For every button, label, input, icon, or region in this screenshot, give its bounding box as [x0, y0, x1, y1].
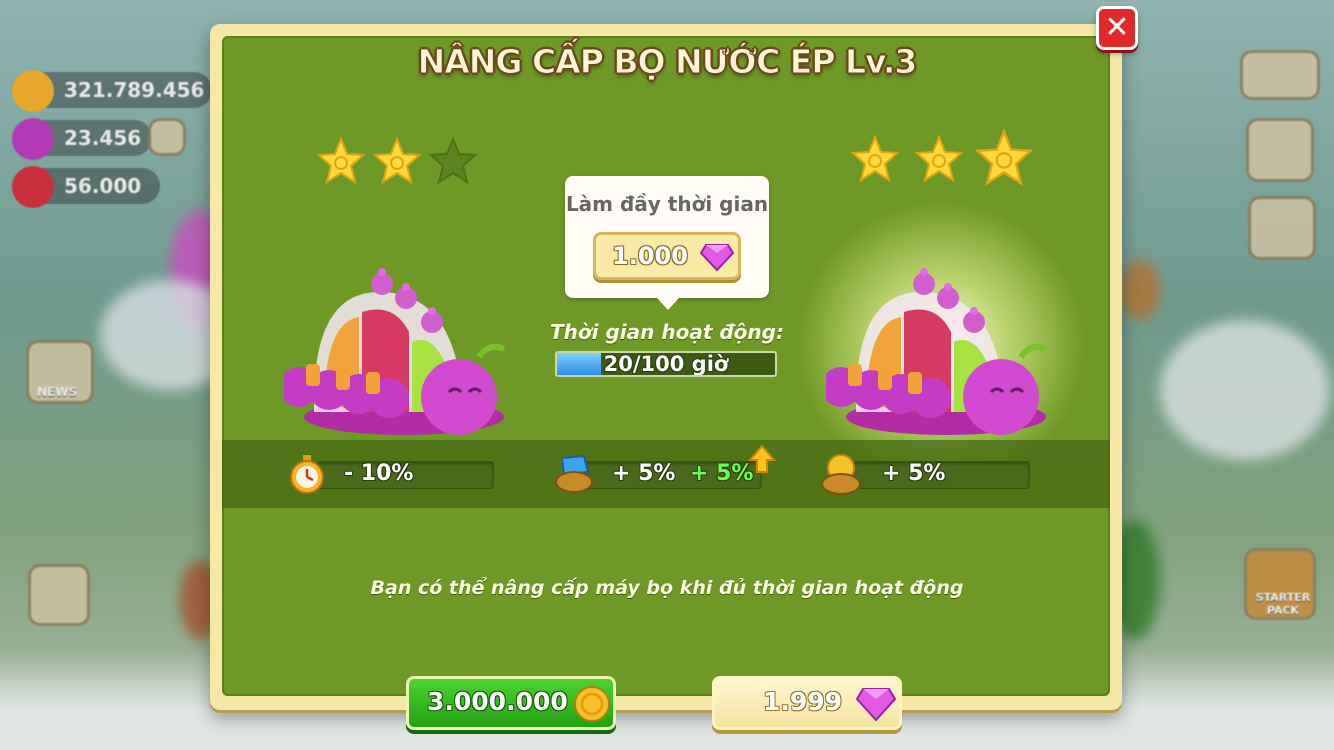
upgrade-hint-text: Bạn có thể nâng cấp máy bọ khi đủ thời g…: [370, 577, 964, 599]
gem-icon: [12, 118, 54, 160]
gem-icon: [855, 688, 897, 721]
operation-progress-bar: 20/100 giờ: [555, 351, 777, 377]
star-filled-icon: [316, 136, 366, 186]
juice-stat-value: + 5%: [612, 461, 676, 486]
juice-stat-next-value: + 5%: [690, 461, 754, 486]
arrow-up-icon: [748, 444, 776, 473]
time-stat-value: - 10%: [344, 461, 414, 486]
heart-icon: [12, 166, 54, 208]
juice-snail-current-image: [284, 268, 506, 435]
coin-icon: [574, 686, 610, 722]
coin-basket-icon: [821, 454, 861, 495]
news-button[interactable]: NEWS: [26, 340, 94, 404]
fill-time-gem-button[interactable]: 1.000: [593, 232, 741, 280]
upgrade-coin-price: 3.000.000: [427, 687, 568, 716]
profile-button[interactable]: [1246, 118, 1314, 182]
upgrade-gem-price: 1.999: [763, 687, 843, 716]
star-filled-icon: [850, 134, 900, 184]
star-filled-icon: [372, 136, 422, 186]
hud-heart-value: 56.000: [64, 174, 142, 198]
operation-progress-text: 20/100 giờ: [603, 352, 729, 376]
star-filled-icon: [914, 134, 964, 184]
close-icon: ✕: [1104, 10, 1130, 45]
gem-icon: [700, 244, 734, 271]
hud-heart-counter: 56.000: [12, 166, 160, 208]
fill-time-tooltip: Làm đầy thời gian 1.000: [565, 176, 769, 310]
fill-time-title: Làm đầy thời gian: [565, 192, 769, 216]
juice-basket-icon: [555, 454, 593, 493]
hud-coin-value: 321.789.456: [64, 78, 205, 102]
upgrade-with-coins-button[interactable]: 3.000.000: [406, 676, 616, 730]
dialog-title: NÂNG CẤP BỌ NƯỚC ÉP Lv.3: [417, 42, 918, 82]
news-label: NEWS: [37, 385, 78, 399]
mail-button[interactable]: [1248, 196, 1316, 260]
star-filled-icon: [974, 128, 1034, 188]
upgrade-with-gems-button[interactable]: 1.999: [712, 676, 902, 730]
star-empty-icon: [428, 136, 478, 186]
coin-stat-value: + 5%: [882, 461, 946, 486]
fill-time-cost: 1.000: [612, 242, 688, 270]
operation-time-label: Thời gian hoạt động:: [550, 320, 784, 344]
add-gems-button[interactable]: [148, 118, 186, 156]
juice-snail-next-image: [826, 268, 1048, 435]
hud-gem-value: 23.456: [64, 126, 142, 150]
stopwatch-icon: [290, 455, 324, 494]
hud-gem-counter: 23.456: [12, 118, 152, 160]
